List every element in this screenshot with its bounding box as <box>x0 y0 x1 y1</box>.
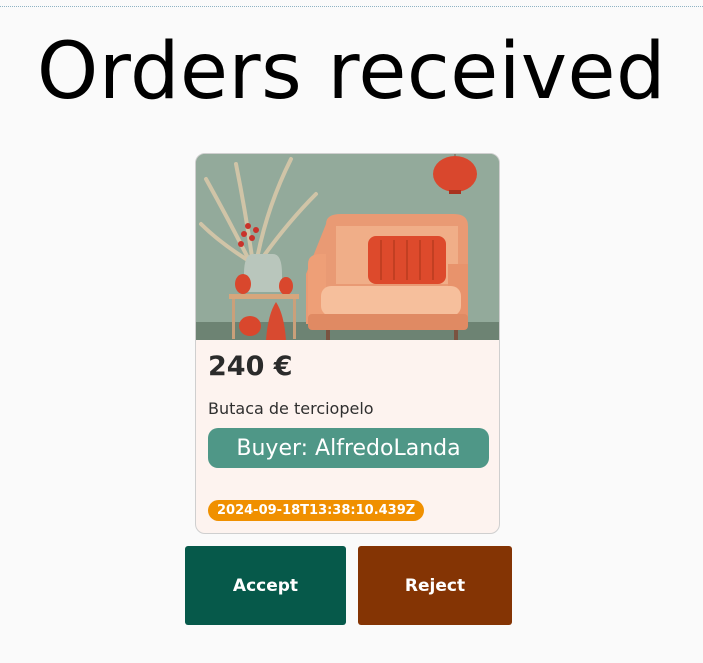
product-name: Butaca de terciopelo <box>208 399 374 418</box>
buyer-badge: Buyer: AlfredoLanda <box>208 428 489 468</box>
order-timestamp-badge: 2024-09-18T13:38:10.439Z <box>208 500 425 521</box>
reject-button[interactable]: Reject <box>358 546 512 625</box>
top-divider <box>0 6 703 7</box>
page-title: Orders received <box>36 27 667 117</box>
product-image <box>196 154 499 340</box>
order-price: 240 € <box>208 351 293 382</box>
order-card: 240 € Butaca de terciopelo Buyer: Alfred… <box>195 153 500 534</box>
accept-button[interactable]: Accept <box>185 546 346 625</box>
